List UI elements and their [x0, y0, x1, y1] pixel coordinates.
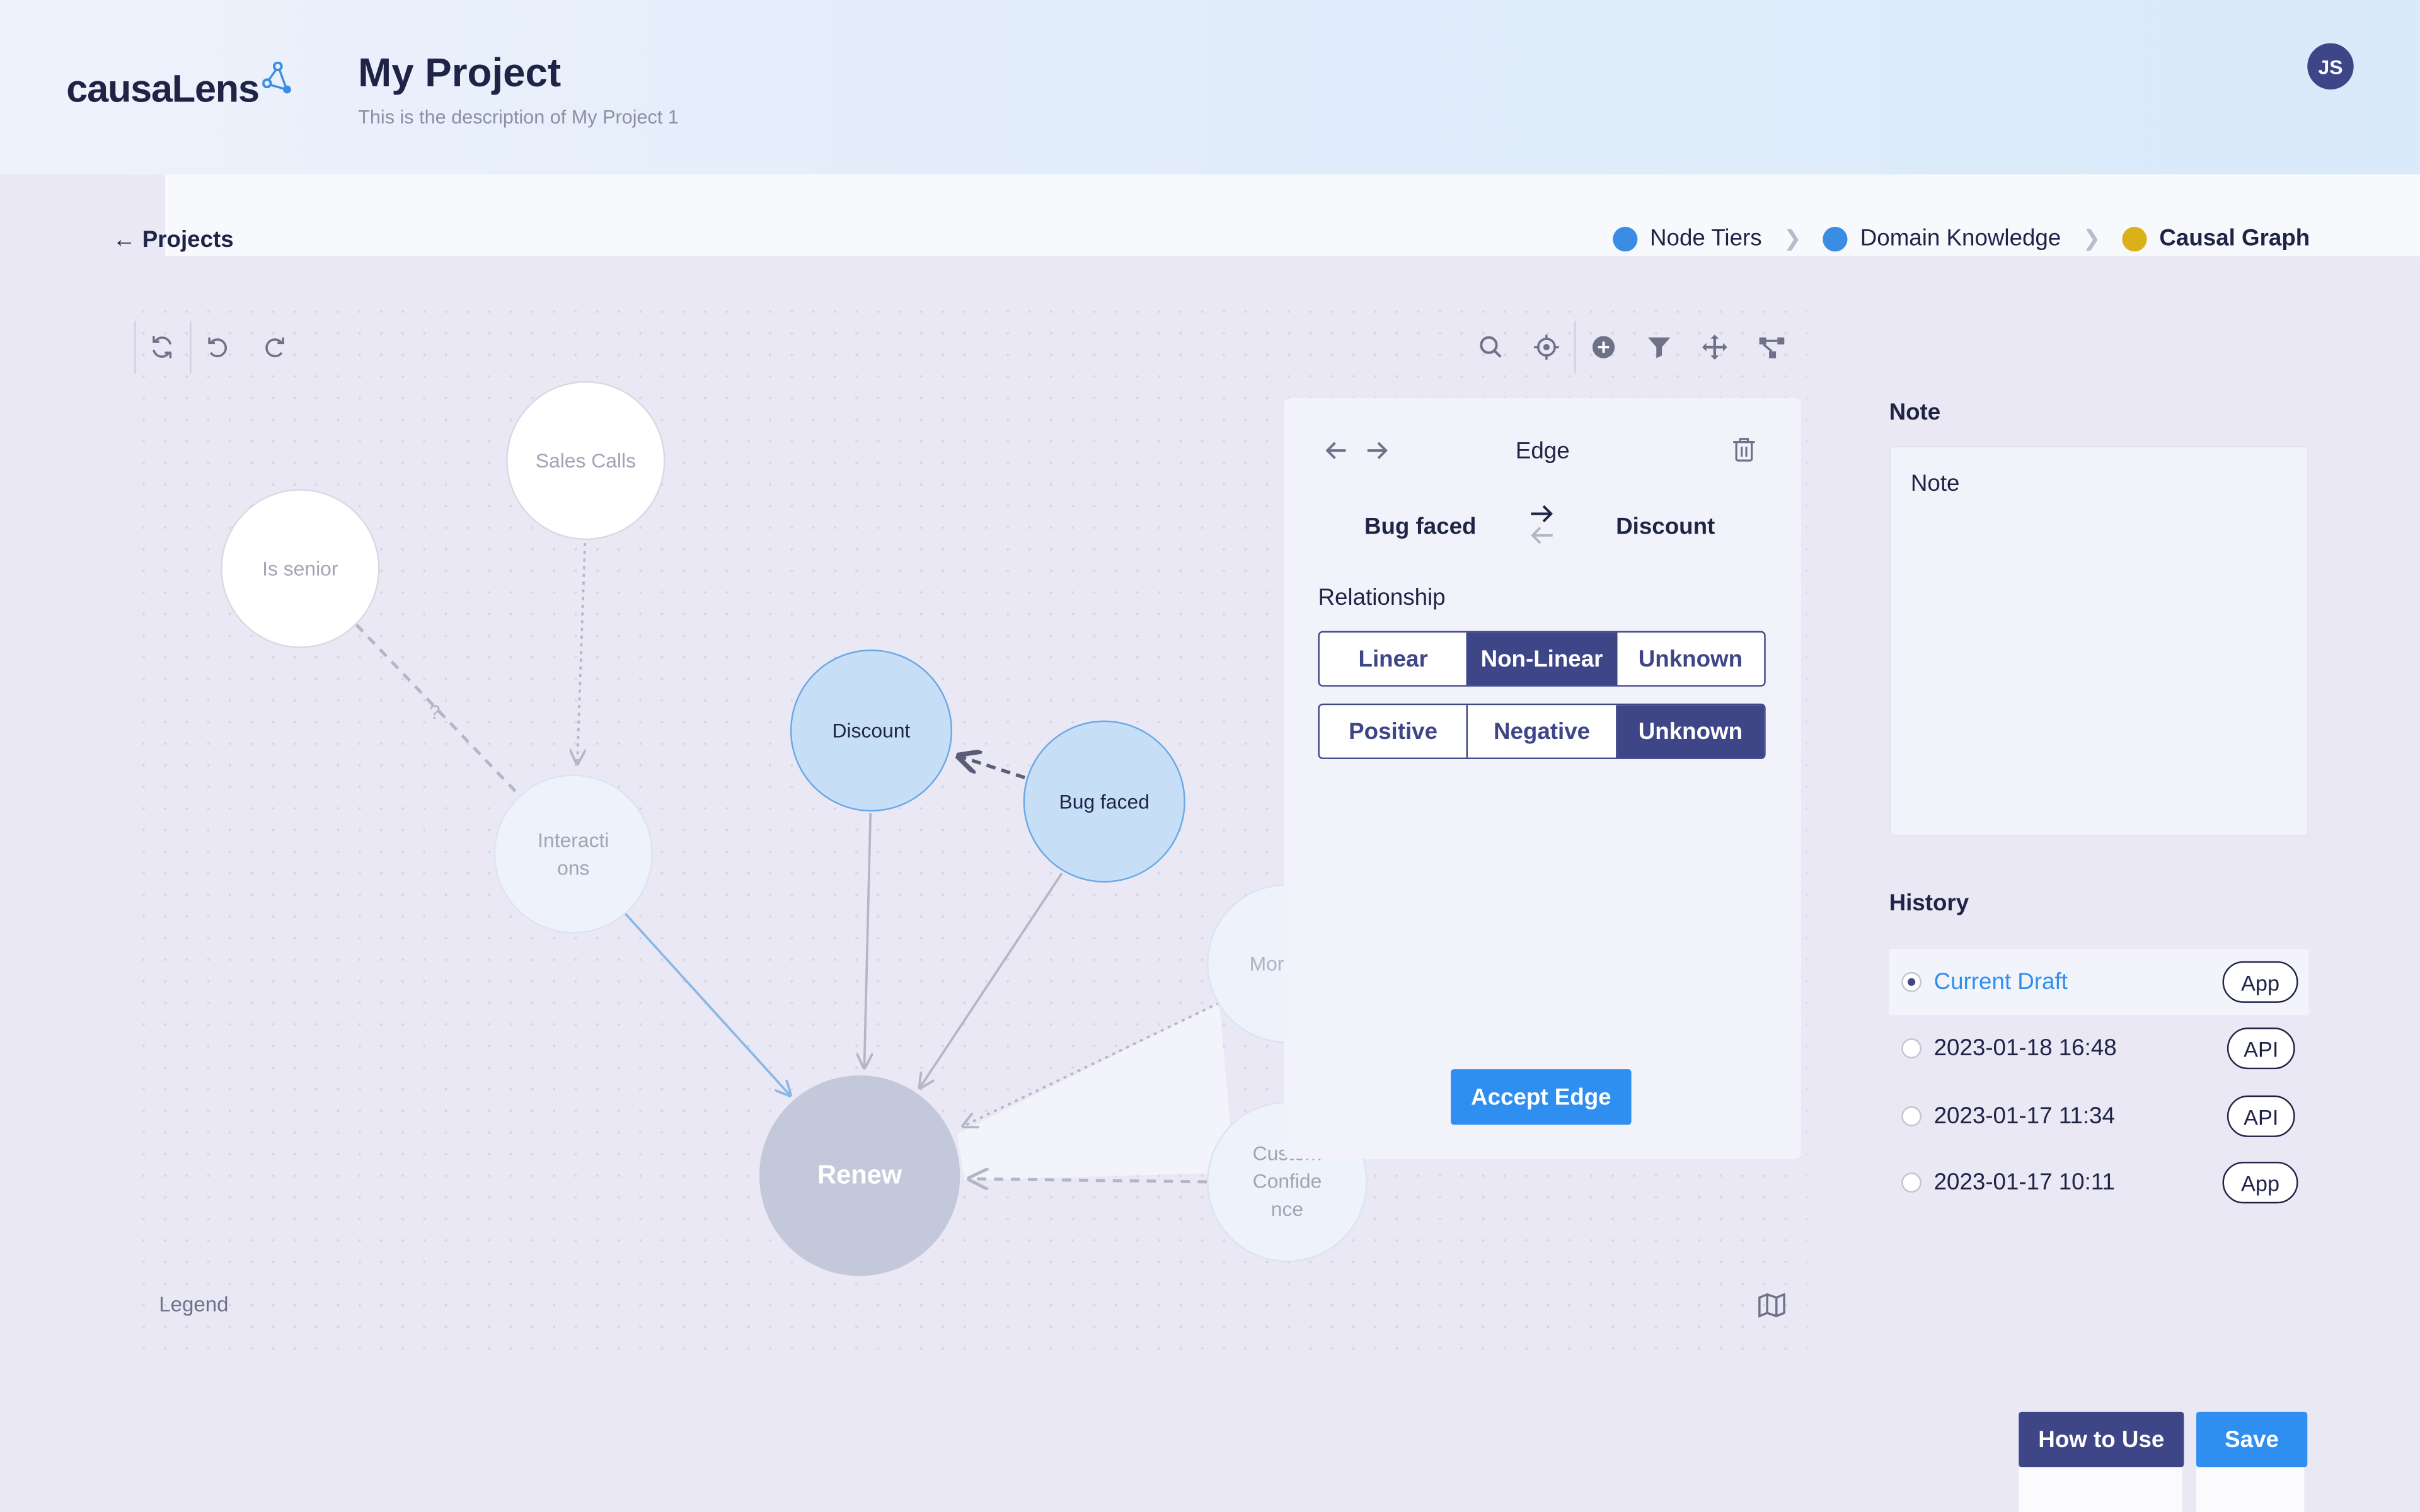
node-label: Is senior [262, 556, 338, 580]
edge-bug-faced-discount[interactable] [959, 756, 1025, 779]
history-item-label: 2023-01-17 11:34 [1933, 1103, 2115, 1130]
edge-discount-renew[interactable] [864, 813, 870, 1068]
history-radio[interactable] [1901, 1038, 1922, 1059]
map-icon[interactable] [1758, 1293, 1785, 1318]
edge-source-label: Bug faced [1364, 513, 1477, 541]
history-item-label: 2023-01-17 10:11 [1933, 1169, 2115, 1196]
edge-customer-confidence-renew[interactable] [969, 1179, 1207, 1182]
history-radio[interactable] [1901, 1106, 1922, 1126]
node-renew[interactable]: Renew [759, 1075, 960, 1276]
node-bug-faced[interactable]: Bug faced [1023, 720, 1185, 883]
history-item-label: 2023-01-18 16:48 [1933, 1035, 2117, 1062]
node-sales-calls[interactable]: Sales Calls [506, 381, 666, 541]
relationship-non-linear-button[interactable]: Non-Linear [1468, 633, 1617, 685]
relationship-unknown-button[interactable]: Unknown [1616, 633, 1765, 685]
direction-negative-button[interactable]: Negative [1468, 705, 1617, 758]
node-label: Interacti ons [538, 827, 609, 879]
trash-icon[interactable] [1732, 437, 1756, 463]
history-source-badge: App [2222, 1162, 2298, 1204]
history-item[interactable]: 2023-01-17 10:11 App [1889, 1150, 2309, 1216]
swap-direction-icon[interactable] [1528, 503, 1556, 546]
button-shadow [2019, 1467, 2182, 1512]
history-item-current-draft[interactable]: Current Draft App [1889, 949, 2309, 1016]
history-item-label: Current Draft [1933, 968, 2068, 995]
history-source-badge: API [2227, 1028, 2295, 1070]
node-interactions[interactable]: Interacti ons [493, 774, 653, 934]
accept-edge-button[interactable]: Accept Edge [1451, 1069, 1632, 1125]
how-to-use-button[interactable]: How to Use [2019, 1411, 2184, 1467]
edge-interactions-renew[interactable] [624, 912, 790, 1096]
relationship-label: Relationship [1318, 585, 1446, 611]
history-item[interactable]: 2023-01-18 16:48 API [1889, 1015, 2309, 1081]
direction-positive-button[interactable]: Positive [1319, 705, 1468, 758]
note-heading: Note [1889, 399, 1941, 426]
legend-toggle[interactable]: Legend [159, 1293, 228, 1316]
history-item[interactable]: 2023-01-17 11:34 API [1889, 1083, 2309, 1149]
node-label: Sales Calls [535, 448, 637, 472]
edge-selection-highlight [957, 1002, 1235, 1181]
effect-direction-toggle: Positive Negative Unknown [1318, 703, 1766, 759]
relationship-type-toggle: Linear Non-Linear Unknown [1318, 631, 1766, 687]
relationship-linear-button[interactable]: Linear [1319, 633, 1468, 685]
history-source-badge: API [2227, 1095, 2295, 1137]
history-source-badge: App [2222, 961, 2298, 1003]
button-shadow [2196, 1467, 2305, 1512]
edge-unknown-label: ? [429, 701, 441, 723]
history-radio[interactable] [1901, 971, 1922, 992]
edge-panel: Edge Bug faced Discount Relationship Lin… [1284, 398, 1801, 1159]
edge-panel-title: Edge [1515, 438, 1570, 465]
node-label: Discount [832, 718, 911, 742]
node-label: Bug faced [1059, 789, 1150, 813]
edge-bug-faced-renew[interactable] [920, 873, 1063, 1087]
node-is-senior[interactable]: Is senior [221, 489, 380, 648]
direction-unknown-button[interactable]: Unknown [1616, 705, 1765, 758]
history-heading: History [1889, 890, 1969, 917]
note-textarea[interactable]: Note [1889, 445, 2309, 837]
save-button[interactable]: Save [2196, 1411, 2308, 1467]
edge-target-label: Discount [1616, 513, 1715, 541]
edge-sales-calls-interactions[interactable] [577, 542, 587, 764]
history-radio[interactable] [1901, 1172, 1922, 1193]
node-label: Renew [817, 1160, 902, 1190]
node-discount[interactable]: Discount [790, 650, 953, 812]
